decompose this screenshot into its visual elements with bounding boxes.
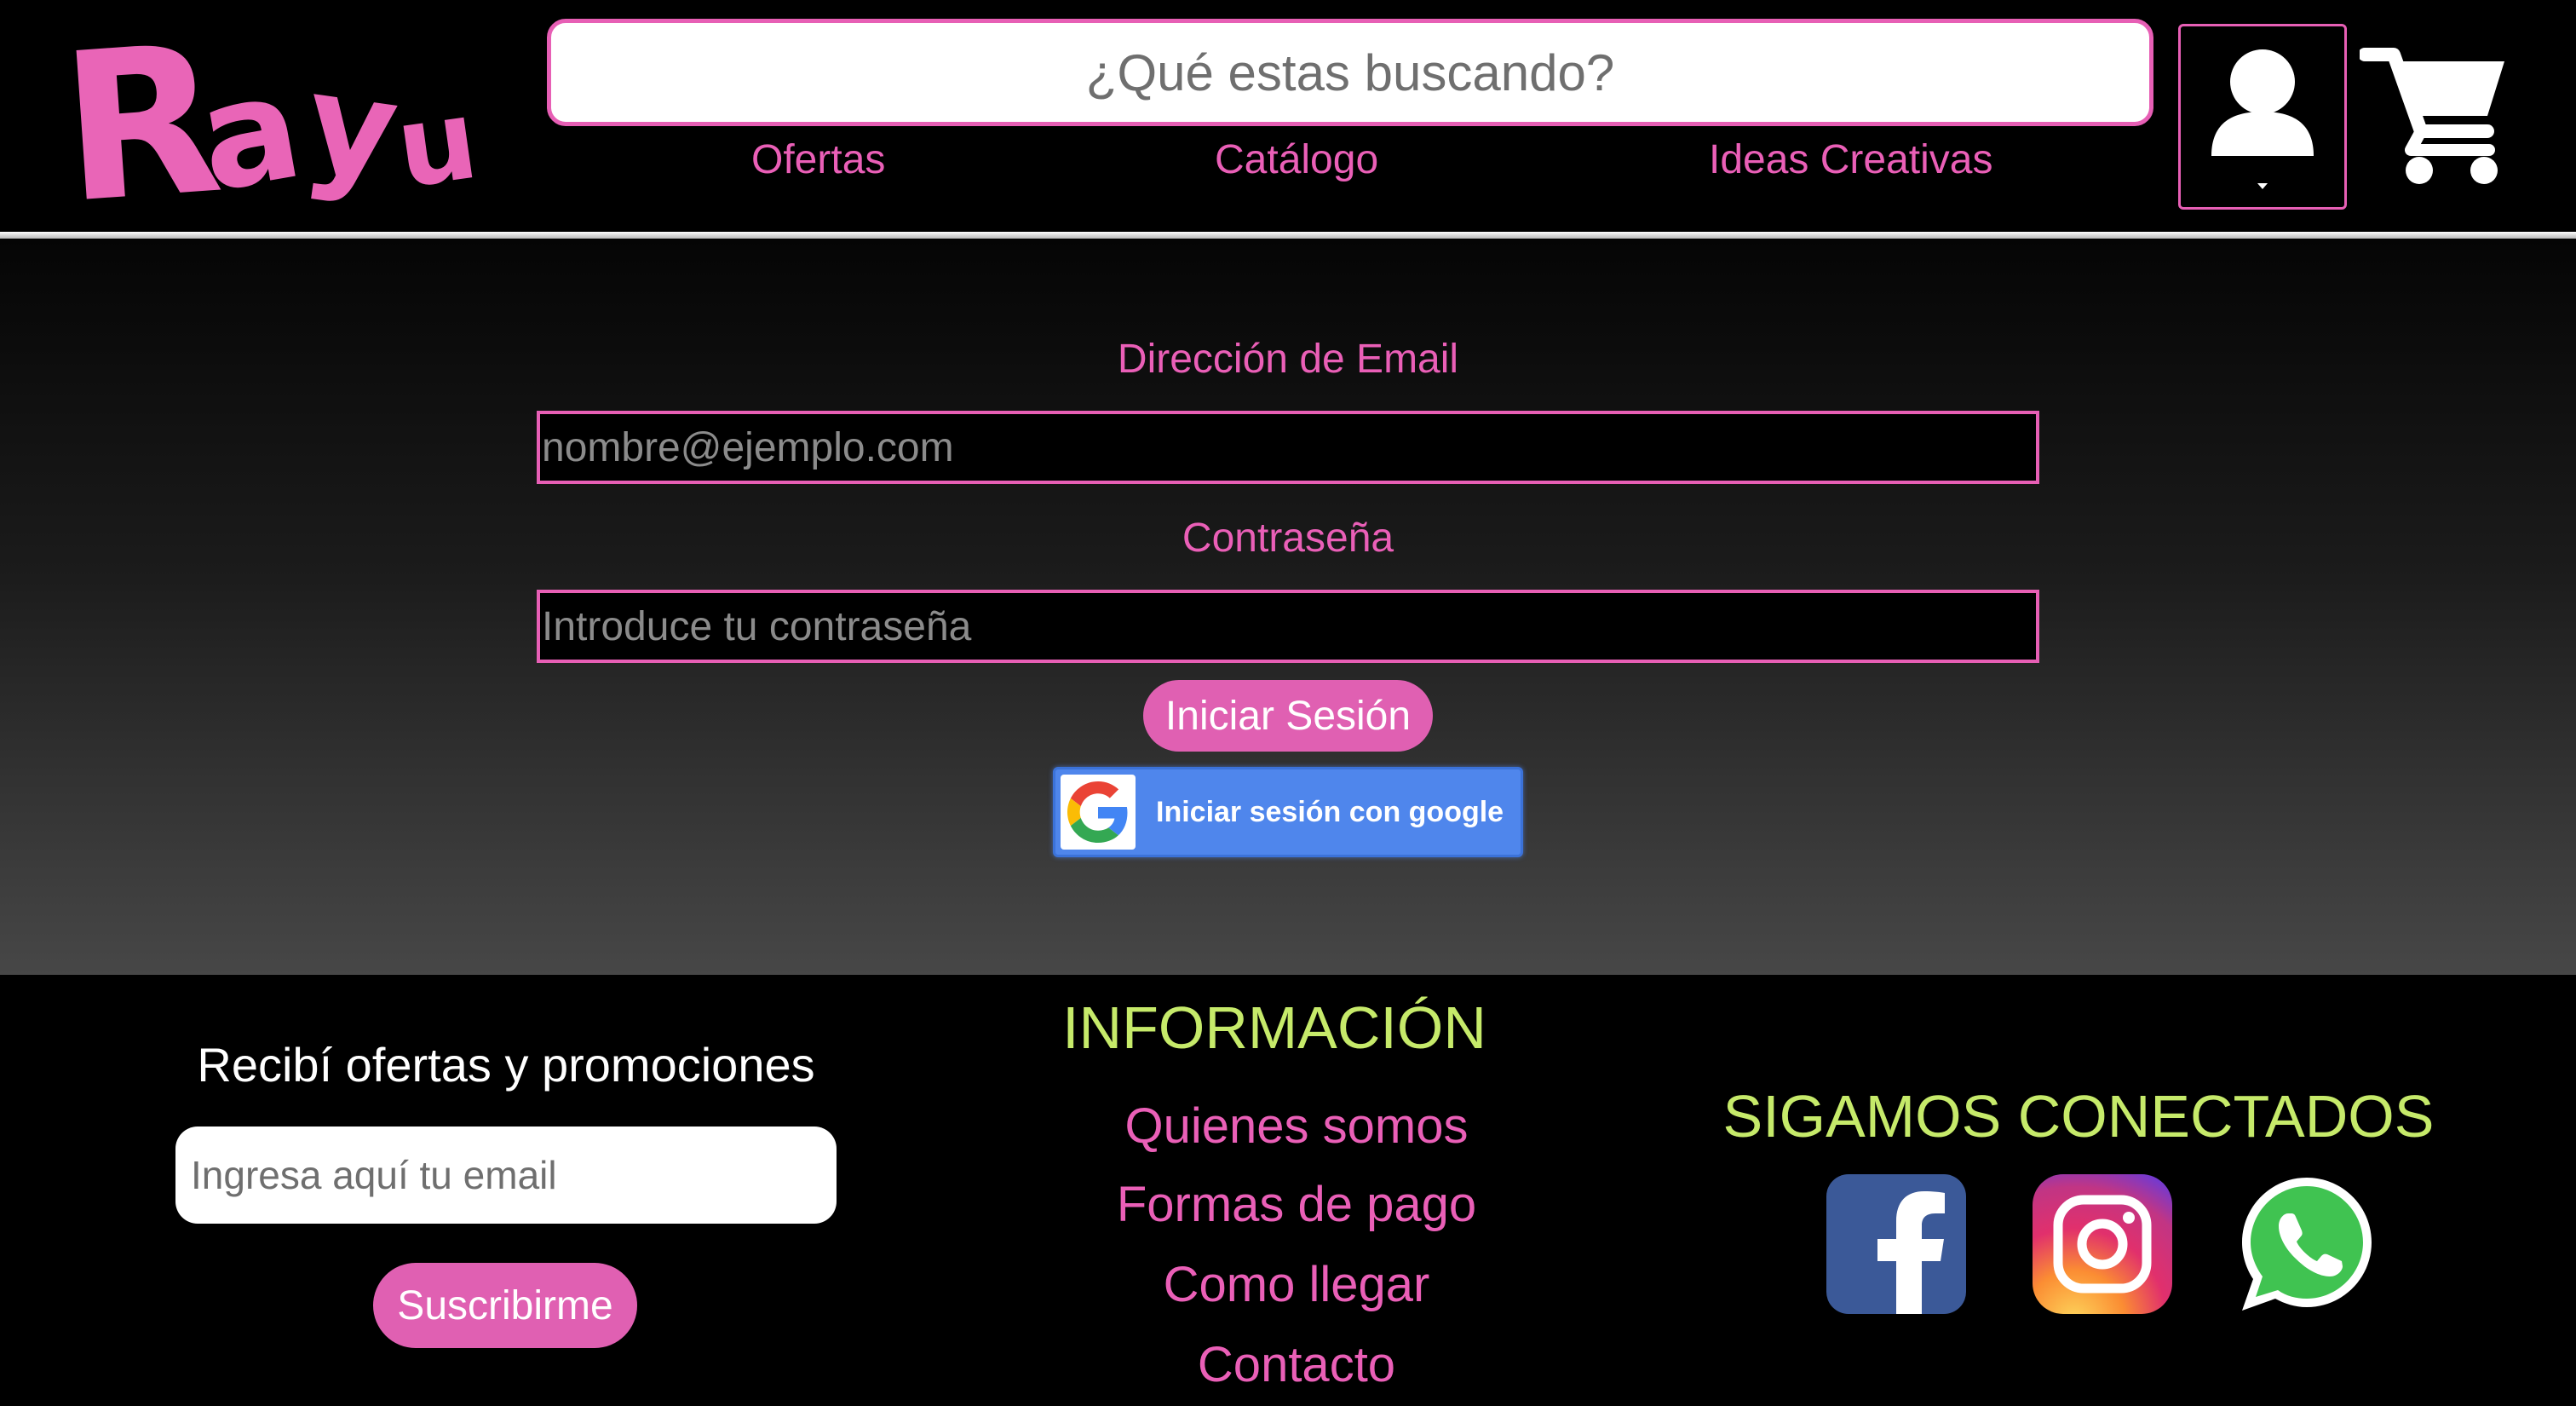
info-heading: INFORMACIÓN: [1062, 994, 1486, 1061]
user-icon: [2211, 49, 2314, 189]
whatsapp-icon: [2242, 1178, 2372, 1311]
link-contacto[interactable]: Contacto: [998, 1333, 1595, 1397]
newsletter-email-field[interactable]: [175, 1127, 837, 1224]
rayu-logo[interactable]: R a y u: [55, 0, 503, 249]
svg-text:y: y: [297, 42, 407, 211]
email-field[interactable]: [537, 411, 2039, 484]
instagram-icon: [2033, 1174, 2172, 1314]
search-input[interactable]: [547, 19, 2153, 126]
user-menu-button[interactable]: [2178, 24, 2347, 210]
cart-icon: [2358, 48, 2504, 184]
login-button[interactable]: Iniciar Sesión: [1143, 680, 1433, 752]
password-label: Contraseña: [1182, 516, 1394, 561]
link-formas-de-pago[interactable]: Formas de pago: [998, 1173, 1595, 1237]
nav-ideas-creativas[interactable]: Ideas Creativas: [1709, 133, 1993, 187]
instagram-link[interactable]: [2033, 1174, 2172, 1314]
facebook-icon: [1826, 1174, 1966, 1314]
nav-ofertas[interactable]: Ofertas: [751, 133, 885, 187]
login-section: Dirección de Email Contraseña Iniciar Se…: [0, 239, 2576, 975]
header-divider: [0, 232, 2576, 239]
caret-down-icon: [2257, 183, 2268, 189]
site-header: R a y u Ofertas Catálogo Ideas Creativas: [0, 0, 2576, 249]
subscribe-button[interactable]: Suscribirme: [373, 1263, 637, 1348]
svg-text:u: u: [389, 74, 486, 211]
email-label: Dirección de Email: [1117, 337, 1459, 382]
link-quienes-somos[interactable]: Quienes somos: [998, 1094, 1595, 1159]
google-logo-box: [1061, 775, 1136, 850]
newsletter-title: Recibí ofertas y promociones: [197, 1038, 815, 1092]
link-como-llegar[interactable]: Como llegar: [998, 1253, 1595, 1317]
site-footer: Recibí ofertas y promociones Suscribirme…: [0, 975, 2576, 1406]
google-signin-label: Iniciar sesión con google: [1156, 796, 1504, 828]
google-icon: [1067, 781, 1128, 843]
whatsapp-link[interactable]: [2237, 1174, 2377, 1314]
password-field[interactable]: [537, 590, 2039, 663]
cart-button[interactable]: [2358, 43, 2510, 189]
nav-catalogo[interactable]: Catálogo: [1215, 133, 1378, 187]
facebook-link[interactable]: [1826, 1174, 1966, 1314]
google-signin-button[interactable]: Iniciar sesión con google: [1053, 767, 1523, 857]
social-heading: SIGAMOS CONECTADOS: [1722, 1083, 2435, 1150]
